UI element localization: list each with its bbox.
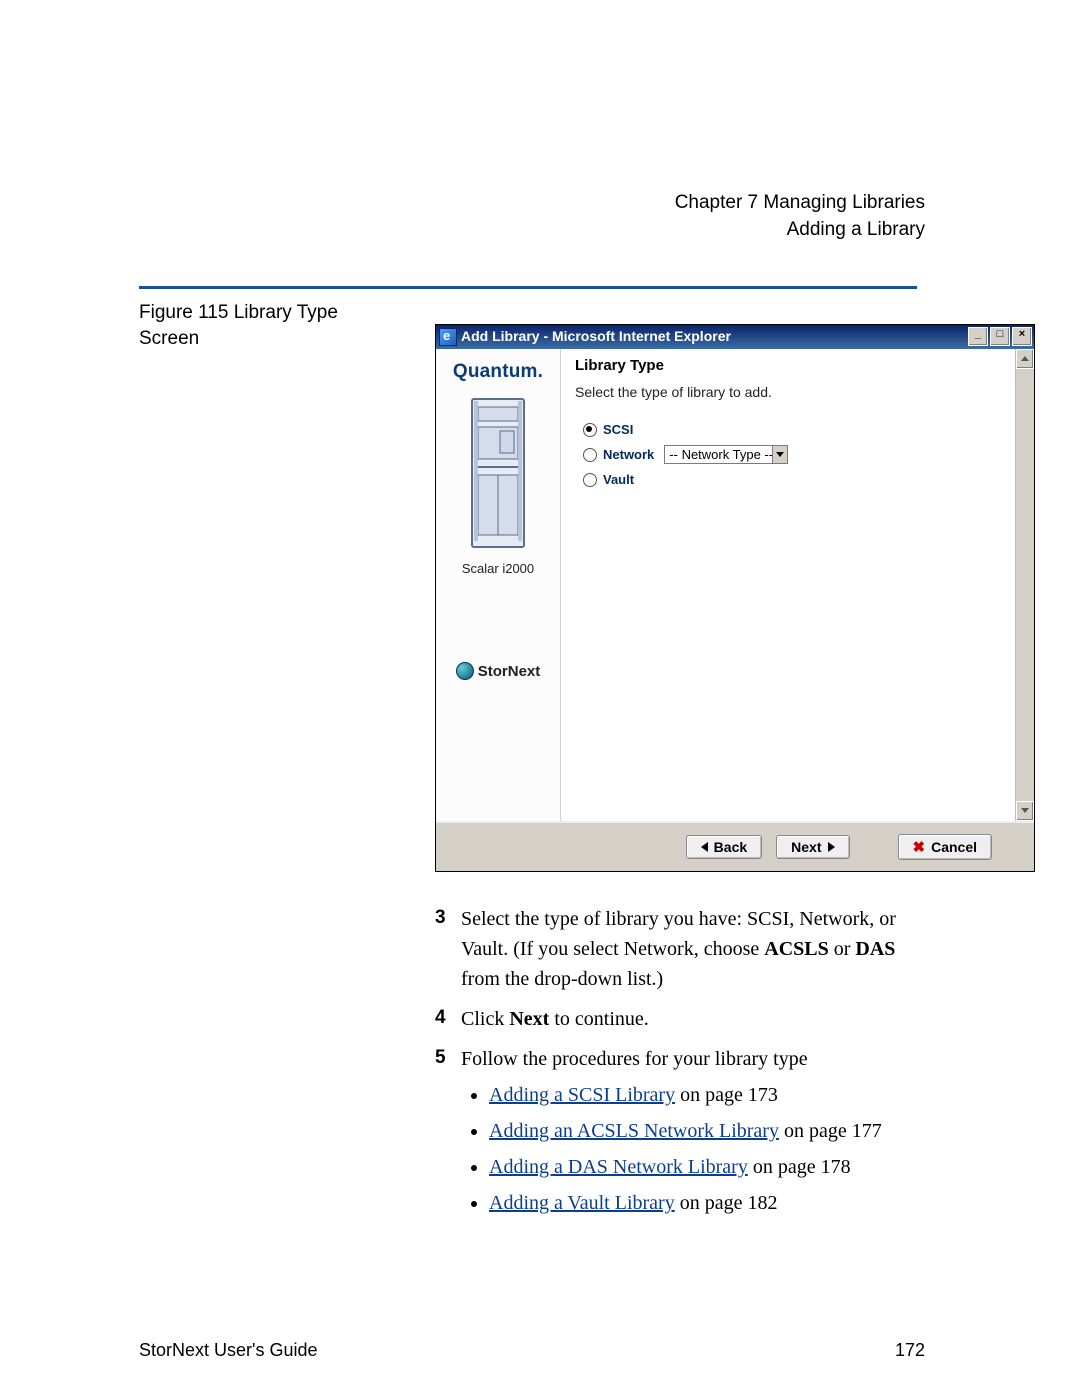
network-type-value: -- Network Type -- xyxy=(669,447,773,462)
link-vault[interactable]: Adding a Vault Library xyxy=(489,1192,675,1214)
screenshot-window: Add Library - Microsoft Internet Explore… xyxy=(435,324,1035,872)
model-label: Scalar i2000 xyxy=(462,561,534,576)
scroll-track[interactable] xyxy=(1016,369,1034,801)
network-type-select[interactable]: -- Network Type -- xyxy=(664,445,788,464)
scrollbar[interactable] xyxy=(1015,349,1034,821)
chapter-title: Chapter 7 Managing Libraries xyxy=(675,190,925,217)
content-panel: Library Type Select the type of library … xyxy=(561,349,1034,821)
step-list: 3 Select the type of library you have: S… xyxy=(435,904,925,1234)
tape-library-icon xyxy=(466,397,530,549)
content-title: Library Type xyxy=(575,357,1020,374)
step-number: 3 xyxy=(435,904,461,994)
chevron-down-icon[interactable] xyxy=(772,446,787,463)
list-item: Adding a DAS Network Library on page 178 xyxy=(489,1152,925,1182)
running-header: Chapter 7 Managing Libraries Adding a Li… xyxy=(675,190,925,243)
stornext-text: StorNext xyxy=(478,663,541,680)
back-button[interactable]: Back xyxy=(686,835,762,859)
radio-icon[interactable] xyxy=(583,473,597,487)
radio-icon[interactable] xyxy=(583,423,597,437)
window-controls: _ □ × xyxy=(968,325,1034,349)
horizontal-rule xyxy=(139,286,917,289)
step-4: 4 Click Next to continue. xyxy=(435,1004,925,1034)
footer-page-number: 172 xyxy=(895,1340,925,1361)
option-scsi[interactable]: SCSI xyxy=(583,422,1020,437)
list-item: Adding a SCSI Library on page 173 xyxy=(489,1080,925,1110)
globe-icon xyxy=(456,662,474,680)
page-footer: StorNext User's Guide 172 xyxy=(139,1340,925,1361)
cancel-button[interactable]: ✖ Cancel xyxy=(898,834,993,860)
step-3: 3 Select the type of library you have: S… xyxy=(435,904,925,994)
link-das[interactable]: Adding a DAS Network Library xyxy=(489,1156,748,1178)
ie-icon xyxy=(439,328,457,346)
back-label: Back xyxy=(714,839,747,855)
sidebar-panel: Quantum. Scalar i2000 xyxy=(436,349,561,821)
option-vault-label: Vault xyxy=(603,472,634,487)
option-vault[interactable]: Vault xyxy=(583,472,1020,487)
scroll-up-icon[interactable] xyxy=(1016,349,1034,369)
footer-left: StorNext User's Guide xyxy=(139,1340,318,1361)
next-button[interactable]: Next xyxy=(776,835,849,859)
link-scsi[interactable]: Adding a SCSI Library xyxy=(489,1084,675,1106)
step-5: 5 Follow the procedures for your library… xyxy=(435,1044,925,1224)
stornext-logo: StorNext xyxy=(456,662,541,680)
close-button[interactable]: × xyxy=(1012,327,1032,346)
radio-icon[interactable] xyxy=(583,448,597,462)
scroll-down-icon[interactable] xyxy=(1016,801,1034,821)
list-item: Adding an ACSLS Network Library on page … xyxy=(489,1116,925,1146)
window-titlebar: Add Library - Microsoft Internet Explore… xyxy=(436,325,1034,349)
figure-caption: Figure 115 Library Type Screen xyxy=(139,300,359,351)
list-item: Adding a Vault Library on page 182 xyxy=(489,1188,925,1218)
maximize-button[interactable]: □ xyxy=(990,327,1010,346)
step-number: 4 xyxy=(435,1004,461,1034)
button-bar: Back Next ✖ Cancel xyxy=(436,821,1034,871)
section-title: Adding a Library xyxy=(675,217,925,244)
arrow-left-icon xyxy=(701,842,708,852)
quantum-logo: Quantum. xyxy=(453,361,543,383)
step-number: 5 xyxy=(435,1044,461,1224)
minimize-button[interactable]: _ xyxy=(968,327,988,346)
content-subtitle: Select the type of library to add. xyxy=(575,384,1020,400)
link-acsls[interactable]: Adding an ACSLS Network Library xyxy=(489,1120,779,1142)
next-label: Next xyxy=(791,839,821,855)
cancel-label: Cancel xyxy=(931,839,977,855)
sub-links: Adding a SCSI Library on page 173 Adding… xyxy=(489,1080,925,1218)
window-title: Add Library - Microsoft Internet Explore… xyxy=(461,325,968,349)
x-icon: ✖ xyxy=(913,838,926,856)
option-network-label: Network xyxy=(603,447,654,462)
arrow-right-icon xyxy=(828,842,835,852)
option-scsi-label: SCSI xyxy=(603,422,633,437)
option-network[interactable]: Network -- Network Type -- xyxy=(583,445,1020,464)
